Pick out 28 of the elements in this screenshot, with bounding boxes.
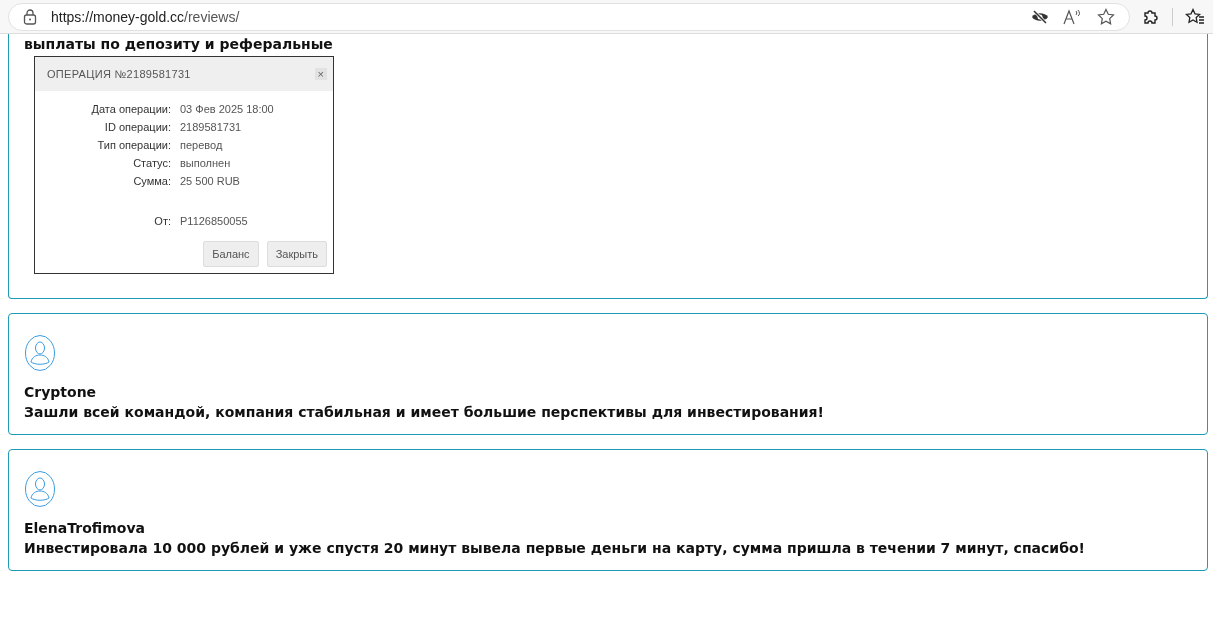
field-label: ID операции: [103, 121, 171, 133]
review-author: Cryptone [24, 384, 97, 400]
field-value: 03 Фев 2025 18:00 [180, 103, 275, 115]
puzzle-icon[interactable] [1142, 7, 1160, 26]
review-text: Инвестировала 10 000 рублей и уже спустя 20 минут вывела первые деньги на карту, сумма пришла в течении 7 минут, спасибо! [24, 540, 1085, 556]
field-value: 25 500 RUB [180, 175, 241, 187]
review-author: ElenaTrofimova [24, 520, 145, 536]
url-text: https://money-gold.cc/reviews/ [51, 8, 240, 25]
star-icon[interactable] [1097, 7, 1115, 26]
address-bar[interactable]: https://money-gold.cc/reviews/ [8, 2, 1130, 31]
receipt-title: ОПЕРАЦИЯ №2189581731 [47, 68, 191, 80]
field-label: Сумма: [132, 175, 171, 187]
field-label: Дата операции: [90, 103, 171, 115]
avatar-icon [24, 470, 56, 508]
field-label: Статус: [132, 157, 171, 169]
field-value: перевод [180, 139, 224, 151]
field-label: От: [153, 215, 171, 227]
read-aloud-icon[interactable] [1063, 8, 1083, 25]
eye-slash-icon[interactable] [1031, 8, 1049, 25]
favorites-icon[interactable] [1185, 7, 1205, 26]
field-value: P1126850055 [180, 215, 249, 227]
field-label: Тип операции: [96, 139, 171, 151]
field-value: выполнен [180, 157, 232, 169]
lock-icon [23, 8, 37, 25]
avatar-icon [24, 334, 56, 372]
review-text: выплаты по депозиту и реферальные [24, 36, 333, 52]
review-text: Зашли всей командой, компания стабильная и имеет большие перспективы для инвестирования! [24, 404, 824, 420]
field-value: 2189581731 [180, 121, 243, 133]
